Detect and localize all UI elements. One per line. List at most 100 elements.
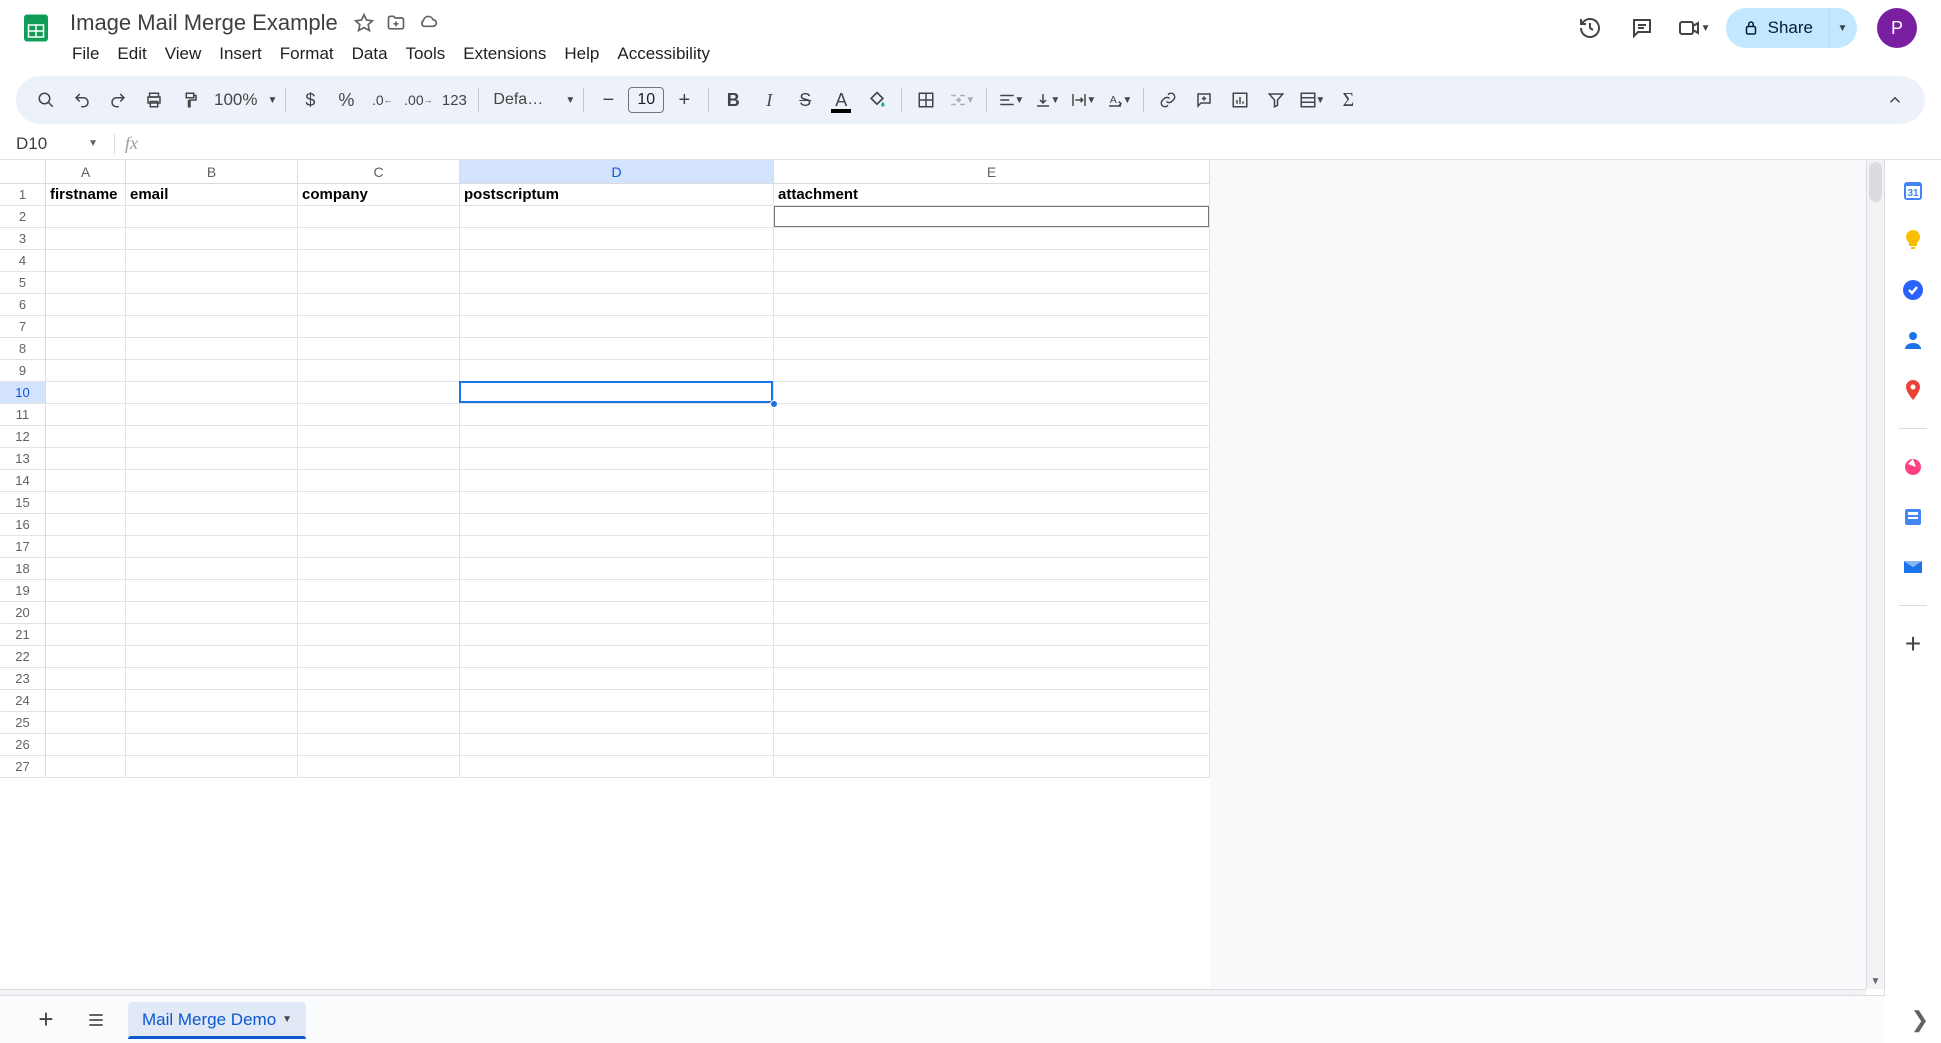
currency-icon[interactable]: $ [294,84,326,116]
meet-button[interactable]: ▼ [1674,8,1714,48]
cell-A20[interactable] [46,602,126,624]
cell-A18[interactable] [46,558,126,580]
cell-C27[interactable] [298,756,460,778]
cell-D13[interactable] [460,448,774,470]
insert-link-icon[interactable] [1152,84,1184,116]
cell-B15[interactable] [126,492,298,514]
cell-E5[interactable] [774,272,1210,294]
cell-D26[interactable] [460,734,774,756]
row-header-26[interactable]: 26 [0,734,46,756]
comments-icon[interactable] [1622,8,1662,48]
cell-A8[interactable] [46,338,126,360]
cell-E2[interactable] [774,206,1210,228]
cell-D18[interactable] [460,558,774,580]
cell-E16[interactable] [774,514,1210,536]
cell-C10[interactable] [298,382,460,404]
cell-B20[interactable] [126,602,298,624]
cell-C24[interactable] [298,690,460,712]
cell-E17[interactable] [774,536,1210,558]
cell-E14[interactable] [774,470,1210,492]
cell-B23[interactable] [126,668,298,690]
cell-D5[interactable] [460,272,774,294]
column-header-B[interactable]: B [126,160,298,184]
row-header-5[interactable]: 5 [0,272,46,294]
row-header-11[interactable]: 11 [0,404,46,426]
cell-C4[interactable] [298,250,460,272]
cell-E10[interactable] [774,382,1210,404]
column-header-C[interactable]: C [298,160,460,184]
cell-D17[interactable] [460,536,774,558]
cell-D21[interactable] [460,624,774,646]
cell-B3[interactable] [126,228,298,250]
filter-views-icon[interactable]: ▼ [1296,84,1328,116]
vertical-align-icon[interactable]: ▼ [1031,84,1063,116]
column-header-E[interactable]: E [774,160,1210,184]
cell-D8[interactable] [460,338,774,360]
increase-decimal-icon[interactable]: .00→ [402,84,434,116]
cell-C19[interactable] [298,580,460,602]
cell-A19[interactable] [46,580,126,602]
percent-icon[interactable]: % [330,84,362,116]
row-header-8[interactable]: 8 [0,338,46,360]
calendar-icon[interactable]: 31 [1899,176,1927,204]
menu-view[interactable]: View [157,40,210,68]
cell-B7[interactable] [126,316,298,338]
cell-A27[interactable] [46,756,126,778]
history-icon[interactable] [1570,8,1610,48]
text-wrap-icon[interactable]: ▼ [1067,84,1099,116]
sheet-tab-menu-icon[interactable]: ▼ [282,1014,292,1025]
row-header-17[interactable]: 17 [0,536,46,558]
strikethrough-icon[interactable]: S [789,84,821,116]
cell-D25[interactable] [460,712,774,734]
cell-A4[interactable] [46,250,126,272]
cell-B2[interactable] [126,206,298,228]
cell-B8[interactable] [126,338,298,360]
share-button[interactable]: Share [1726,8,1829,48]
cell-D19[interactable] [460,580,774,602]
cell-B12[interactable] [126,426,298,448]
cell-D27[interactable] [460,756,774,778]
addon2-icon[interactable] [1899,503,1927,531]
bold-icon[interactable]: B [717,84,749,116]
cell-D9[interactable] [460,360,774,382]
cell-C12[interactable] [298,426,460,448]
cell-C23[interactable] [298,668,460,690]
cell-B18[interactable] [126,558,298,580]
move-icon[interactable] [384,11,408,35]
cell-D10[interactable] [460,382,774,404]
cell-B14[interactable] [126,470,298,492]
cell-D6[interactable] [460,294,774,316]
cloud-status-icon[interactable] [416,11,440,35]
menu-data[interactable]: Data [344,40,396,68]
cell-A14[interactable] [46,470,126,492]
cell-D16[interactable] [460,514,774,536]
cell-A6[interactable] [46,294,126,316]
cell-B27[interactable] [126,756,298,778]
functions-icon[interactable]: Σ [1332,84,1364,116]
cell-B10[interactable] [126,382,298,404]
formula-input[interactable] [146,128,1941,159]
cell-E25[interactable] [774,712,1210,734]
cell-A16[interactable] [46,514,126,536]
cell-D14[interactable] [460,470,774,492]
cell-D11[interactable] [460,404,774,426]
paint-format-icon[interactable] [174,84,206,116]
insert-comment-icon[interactable] [1188,84,1220,116]
cell-B24[interactable] [126,690,298,712]
row-header-7[interactable]: 7 [0,316,46,338]
cell-E23[interactable] [774,668,1210,690]
star-icon[interactable] [352,11,376,35]
document-title[interactable]: Image Mail Merge Example [64,8,344,38]
cell-D12[interactable] [460,426,774,448]
cell-E20[interactable] [774,602,1210,624]
cell-E4[interactable] [774,250,1210,272]
tasks-icon[interactable] [1899,276,1927,304]
cell-C1[interactable]: company [298,184,460,206]
cell-A9[interactable] [46,360,126,382]
cell-D4[interactable] [460,250,774,272]
italic-icon[interactable]: I [753,84,785,116]
cell-D23[interactable] [460,668,774,690]
keep-icon[interactable] [1899,226,1927,254]
all-sheets-icon[interactable] [78,1002,114,1038]
column-header-D[interactable]: D [460,160,774,184]
